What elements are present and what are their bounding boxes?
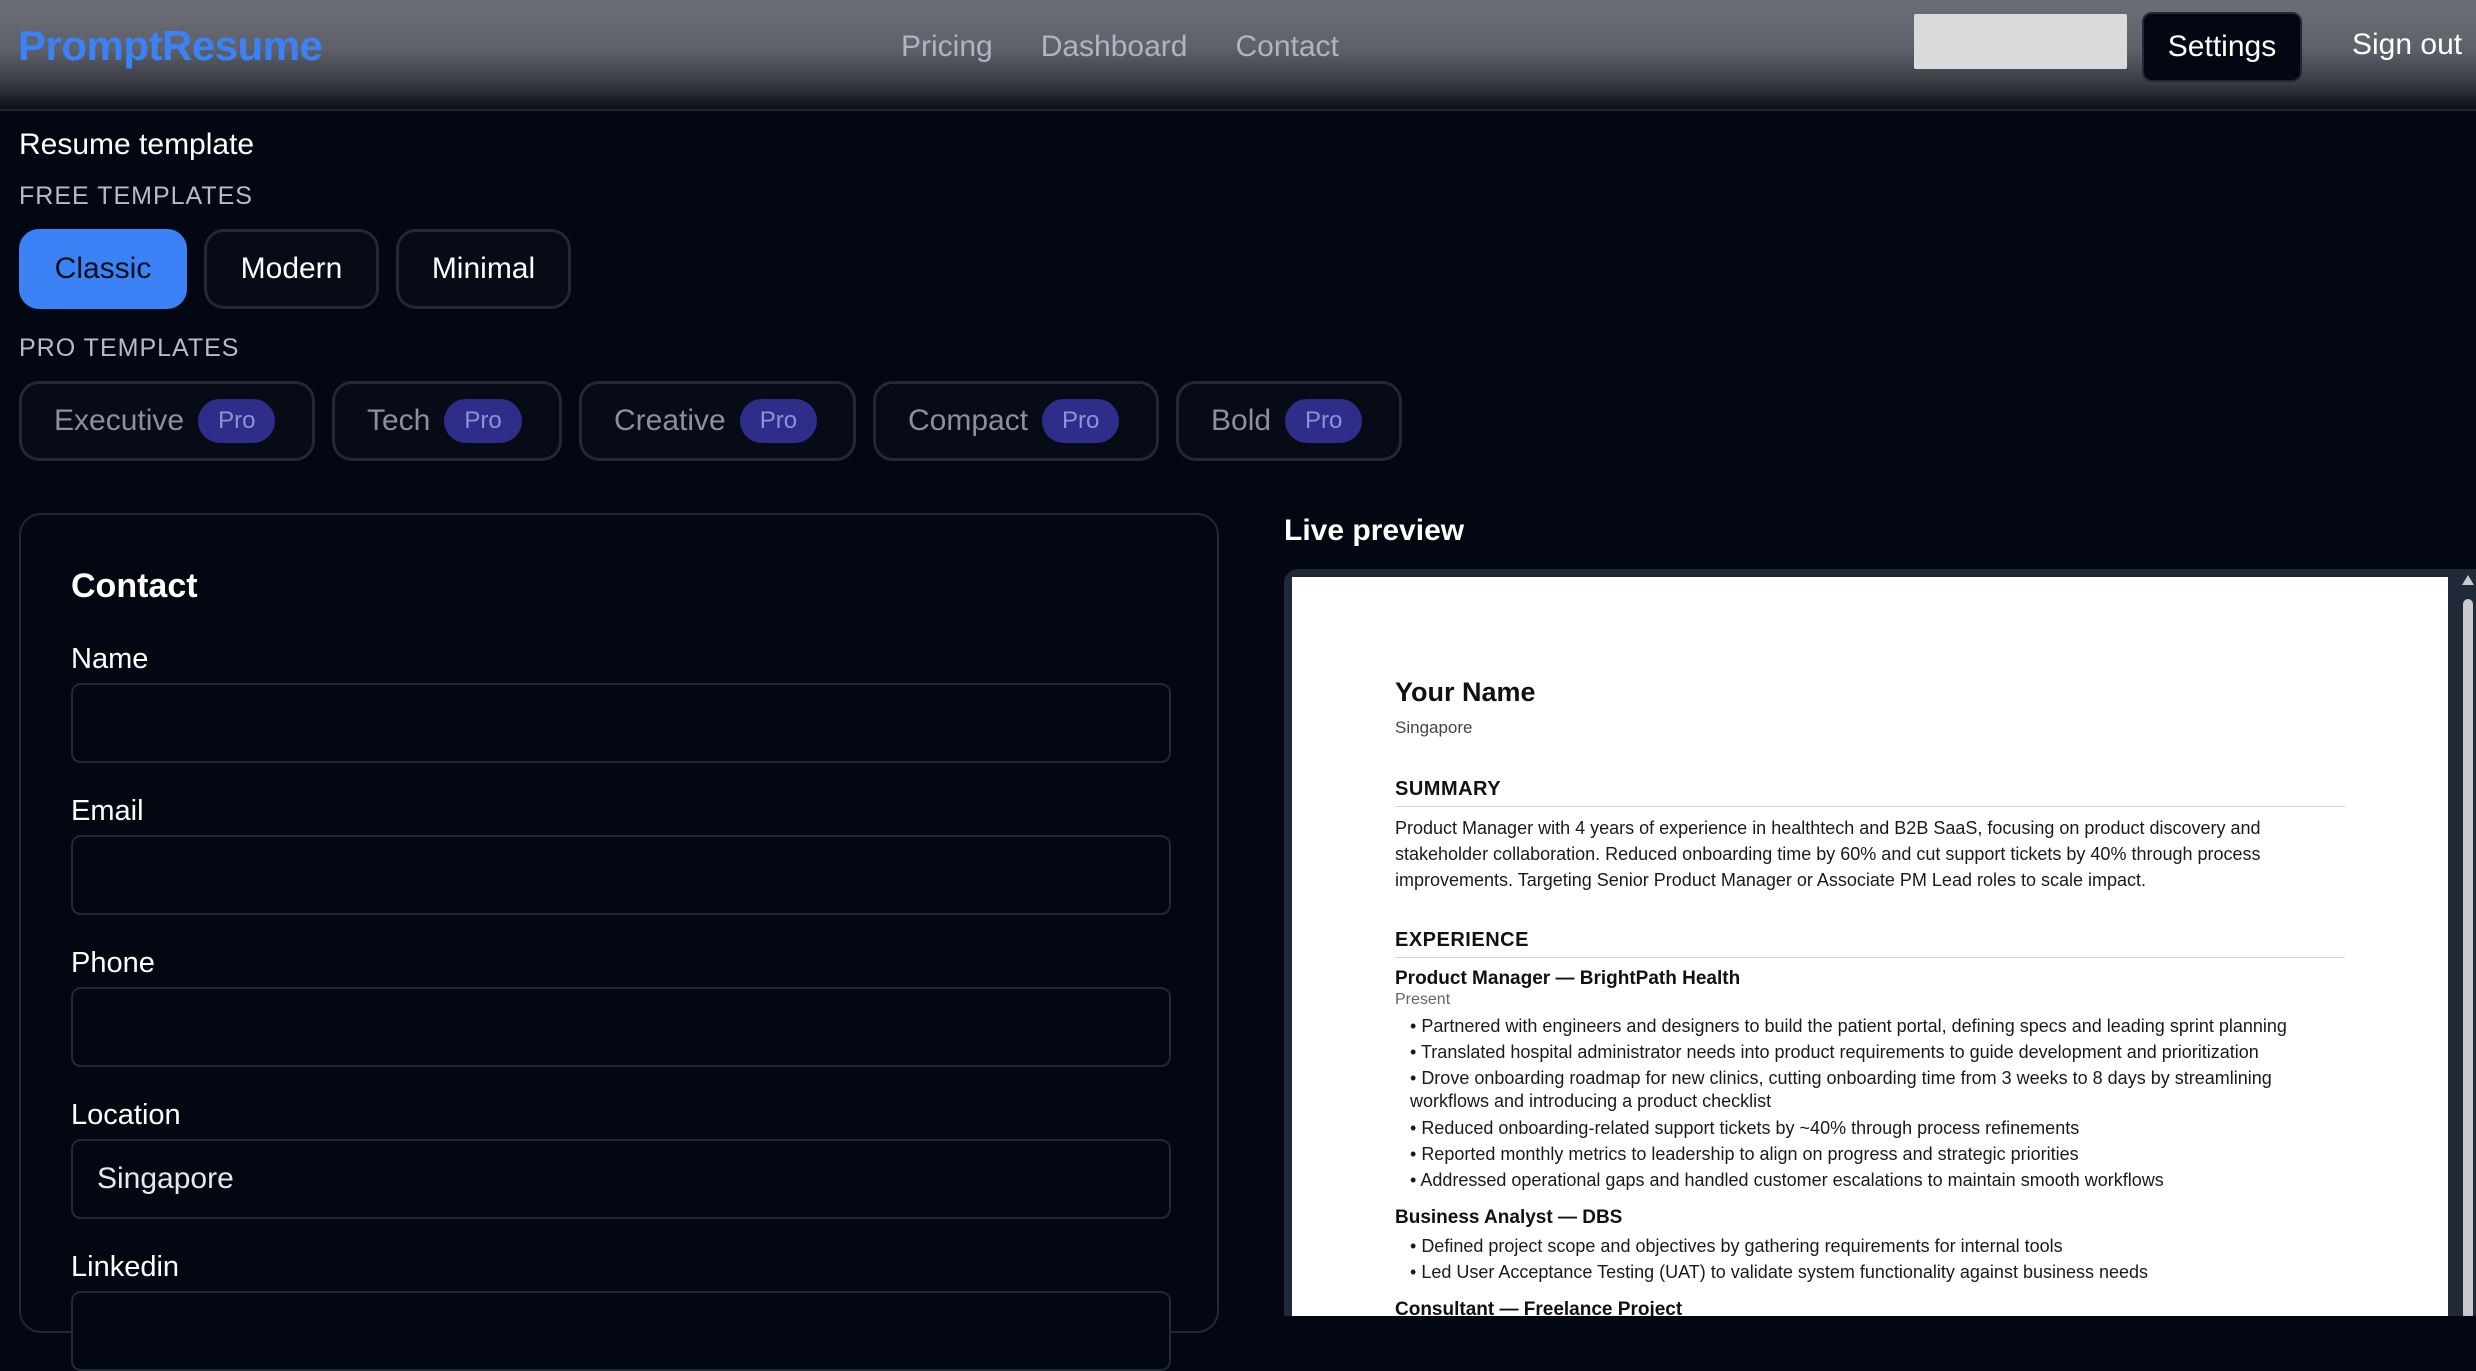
template-bold-button[interactable]: Bold Pro: [1176, 381, 1402, 461]
free-templates-row: Classic Modern Minimal: [19, 229, 571, 309]
pro-templates-label: PRO TEMPLATES: [19, 334, 240, 362]
phone-input[interactable]: [71, 987, 1171, 1067]
live-preview-frame: Your Name Singapore SUMMARY Product Mana…: [1284, 569, 2476, 1316]
template-compact-button[interactable]: Compact Pro: [873, 381, 1159, 461]
nav-link-dashboard[interactable]: Dashboard: [1041, 30, 1188, 64]
top-navbar: PromptResume Pricing Dashboard Contact S…: [0, 0, 2476, 111]
template-label: Executive: [54, 404, 185, 437]
template-minimal-button[interactable]: Minimal: [396, 229, 571, 309]
resume-job-title: Consultant — Freelance Project: [1395, 1299, 1683, 1316]
location-input[interactable]: [71, 1139, 1171, 1219]
contact-heading: Contact: [71, 567, 198, 605]
resume-job-title: Product Manager — BrightPath Health: [1395, 968, 1741, 989]
template-modern-button[interactable]: Modern: [204, 229, 379, 309]
nav-link-contact[interactable]: Contact: [1235, 30, 1338, 64]
sign-out-link[interactable]: Sign out: [2352, 28, 2462, 62]
email-input[interactable]: [71, 835, 1171, 915]
pro-badge: Pro: [444, 399, 522, 443]
resume-experience-heading: EXPERIENCE: [1395, 929, 2345, 958]
pro-badge: Pro: [739, 399, 818, 443]
template-label: Compact: [908, 404, 1029, 437]
resume-job-title: Business Analyst — DBS: [1395, 1207, 1623, 1228]
resume-location: Singapore: [1395, 718, 1473, 737]
resume-bullet: Led User Acceptance Testing (UAT) to val…: [1395, 1259, 2345, 1285]
resume-bullet: Defined project scope and objectives by …: [1395, 1233, 2345, 1259]
template-label: Tech: [367, 404, 431, 437]
template-tech-button[interactable]: Tech Pro: [332, 381, 562, 461]
phone-label: Phone: [71, 947, 155, 979]
resume-summary-text: Product Manager with 4 years of experien…: [1395, 818, 2261, 890]
resume-bullet: Drove onboarding roadmap for new clinics…: [1395, 1065, 2345, 1115]
pro-templates-row: Executive Pro Tech Pro Creative Pro Comp…: [19, 381, 1402, 461]
resume-name: Your Name: [1395, 677, 1536, 707]
settings-button[interactable]: Settings: [2142, 12, 2302, 82]
resume-job: Business Analyst — DBS Defined project s…: [1395, 1207, 2345, 1285]
nav-text-field[interactable]: [1914, 14, 2127, 69]
name-input[interactable]: [71, 683, 1171, 763]
resume-job-bullets: Defined project scope and objectives by …: [1395, 1233, 2345, 1285]
resume-template-heading: Resume template: [19, 128, 255, 161]
linkedin-label: Linkedin: [71, 1251, 180, 1283]
resume-job: Product Manager — BrightPath Health Pres…: [1395, 968, 2345, 1193]
resume-summary-heading: SUMMARY: [1395, 778, 2345, 807]
pro-badge: Pro: [1042, 399, 1120, 443]
template-classic-button[interactable]: Classic: [19, 229, 187, 309]
resume-job: Consultant — Freelance Project: [1395, 1299, 2345, 1316]
template-label: Creative: [614, 404, 726, 437]
scroll-thumb[interactable]: [2463, 599, 2473, 1316]
nav-links: Pricing Dashboard Contact: [901, 30, 1339, 64]
preview-scrollbar[interactable]: [2460, 569, 2476, 1316]
template-creative-button[interactable]: Creative Pro: [579, 381, 856, 461]
contact-form-card: Contact Name Email Phone Location Linked…: [19, 513, 1219, 1371]
resume-bullet: Partnered with engineers and designers t…: [1395, 1013, 2345, 1039]
resume-bullet: Reported monthly metrics to leadership t…: [1395, 1141, 2345, 1167]
resume-bullet: Addressed operational gaps and handled c…: [1395, 1167, 2345, 1193]
resume-job-bullets: Partnered with engineers and designers t…: [1395, 1013, 2345, 1193]
location-label: Location: [71, 1099, 181, 1131]
free-templates-label: FREE TEMPLATES: [19, 182, 253, 210]
name-label: Name: [71, 643, 149, 675]
pro-badge: Pro: [198, 399, 276, 443]
live-preview-heading: Live preview: [1284, 514, 1465, 547]
resume-bullet: Reduced onboarding-related support ticke…: [1395, 1115, 2345, 1141]
resume-bullet: Translated hospital administrator needs …: [1395, 1039, 2345, 1065]
scroll-up-arrow-icon[interactable]: [2462, 575, 2474, 585]
brand-logo[interactable]: PromptResume: [18, 22, 323, 70]
resume-content: Your Name Singapore SUMMARY Product Mana…: [1395, 677, 2345, 1316]
template-label: Bold: [1211, 404, 1272, 437]
linkedin-input[interactable]: [71, 1291, 1171, 1371]
resume-job-date: Present: [1395, 991, 1451, 1008]
email-label: Email: [71, 795, 144, 827]
template-executive-button[interactable]: Executive Pro: [19, 381, 315, 461]
nav-link-pricing[interactable]: Pricing: [901, 30, 993, 64]
pro-badge: Pro: [1285, 399, 1363, 443]
resume-paper: Your Name Singapore SUMMARY Product Mana…: [1292, 577, 2448, 1316]
